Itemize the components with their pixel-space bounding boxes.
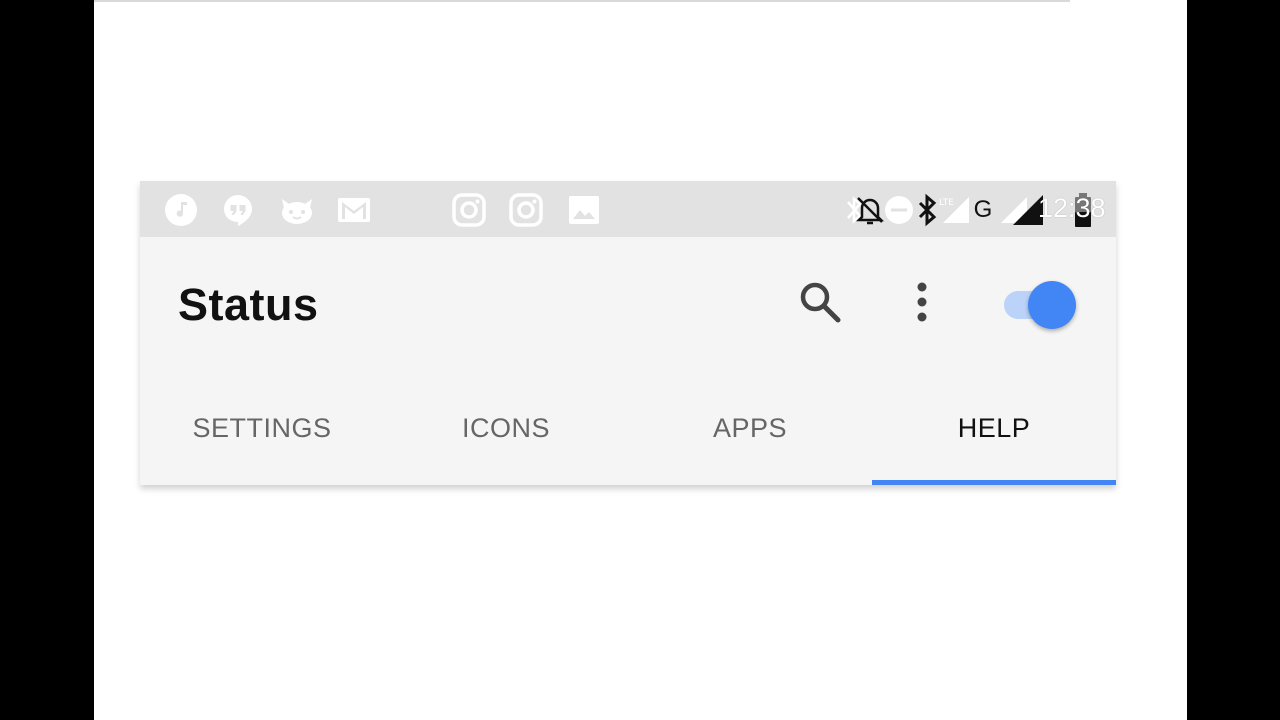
tab-label: APPS xyxy=(712,412,788,443)
active-tab-indicator xyxy=(872,480,1116,485)
divider xyxy=(94,0,1070,2)
image-icon xyxy=(567,193,601,227)
tab-bar: SETTINGS ICONS APPS HELP xyxy=(140,391,1116,485)
instagram-icon xyxy=(509,193,543,227)
tab-apps[interactable]: APPS xyxy=(628,391,872,485)
svg-text:LTE: LTE xyxy=(939,198,954,208)
status-clock: 12:38 xyxy=(1038,193,1106,223)
page-title: Status xyxy=(178,279,319,330)
more-vert-icon xyxy=(917,282,927,322)
search-icon xyxy=(800,282,841,323)
tab-label: ICONS xyxy=(461,412,550,443)
gmail-icon xyxy=(337,193,371,227)
cat-app-icon xyxy=(279,193,315,227)
music-note-icon xyxy=(164,193,198,227)
tab-help[interactable]: HELP xyxy=(872,391,1116,485)
network-type-label: G xyxy=(973,196,993,223)
status-enable-toggle[interactable] xyxy=(1002,281,1078,329)
tab-settings[interactable]: SETTINGS xyxy=(140,391,384,485)
signal-lte-icon: LTE xyxy=(937,193,971,227)
status-bar: LTE G 12:38 xyxy=(140,181,1116,237)
search-button[interactable] xyxy=(792,279,848,325)
toggle-thumb xyxy=(1028,281,1076,329)
instagram-icon xyxy=(452,193,486,227)
tab-label: SETTINGS xyxy=(192,412,332,443)
network-g-icon: G xyxy=(970,193,996,227)
status-preview-card: LTE G 12:38 Status SETTINGS ICONS APPS H… xyxy=(140,181,1116,485)
tab-icons[interactable]: ICONS xyxy=(384,391,628,485)
more-options-button[interactable] xyxy=(898,279,946,325)
hangouts-icon xyxy=(221,193,255,227)
tab-label: HELP xyxy=(957,412,1031,443)
